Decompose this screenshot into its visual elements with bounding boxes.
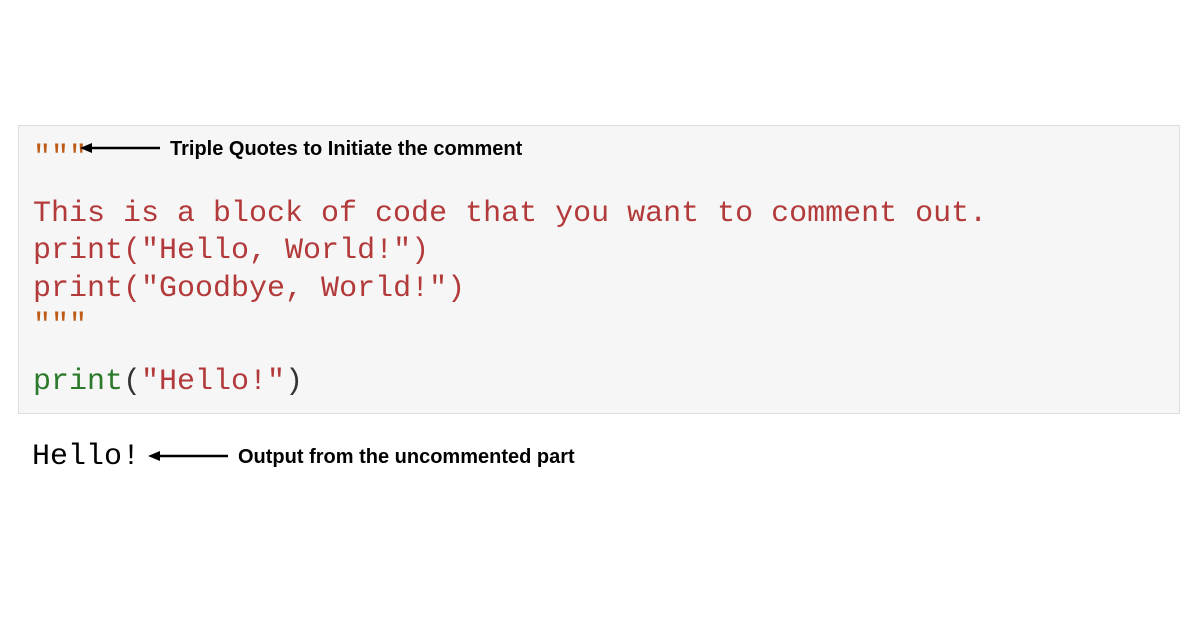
arrow-left-icon [80,140,160,156]
code-line-print1: print("Hello, World!") [33,233,1165,271]
triple-quote-close: """ [33,309,87,343]
code-line-triple-close: """ [33,308,1165,346]
output-text: Hello! [32,440,140,474]
blank-line [33,346,1165,364]
arrow-left-icon [148,448,228,464]
code-line-print3: print("Hello!") [33,364,1165,402]
comment-text: This is a block of code that you want to… [33,197,987,231]
print2-arg: "Goodbye, World!" [141,272,447,306]
print3-arg: "Hello!" [141,365,285,399]
code-line-print2: print("Goodbye, World!") [33,271,1165,309]
print2-close: ) [447,272,465,306]
blank-line [33,178,1165,196]
print2-func: print [33,272,123,306]
print3-open: ( [123,365,141,399]
annotation-top: Triple Quotes to Initiate the comment [170,138,522,161]
print3-close: ) [285,365,303,399]
triple-quote-open: """ [33,141,87,175]
print1-func: print [33,234,123,268]
print1-open: ( [123,234,141,268]
print1-close: ) [411,234,429,268]
annotation-bottom: Output from the uncommented part [238,446,575,469]
print2-open: ( [123,272,141,306]
print3-func: print [33,365,123,399]
print1-arg: "Hello, World!" [141,234,411,268]
code-line-comment: This is a block of code that you want to… [33,196,1165,234]
code-block: """ This is a block of code that you wan… [18,125,1180,414]
